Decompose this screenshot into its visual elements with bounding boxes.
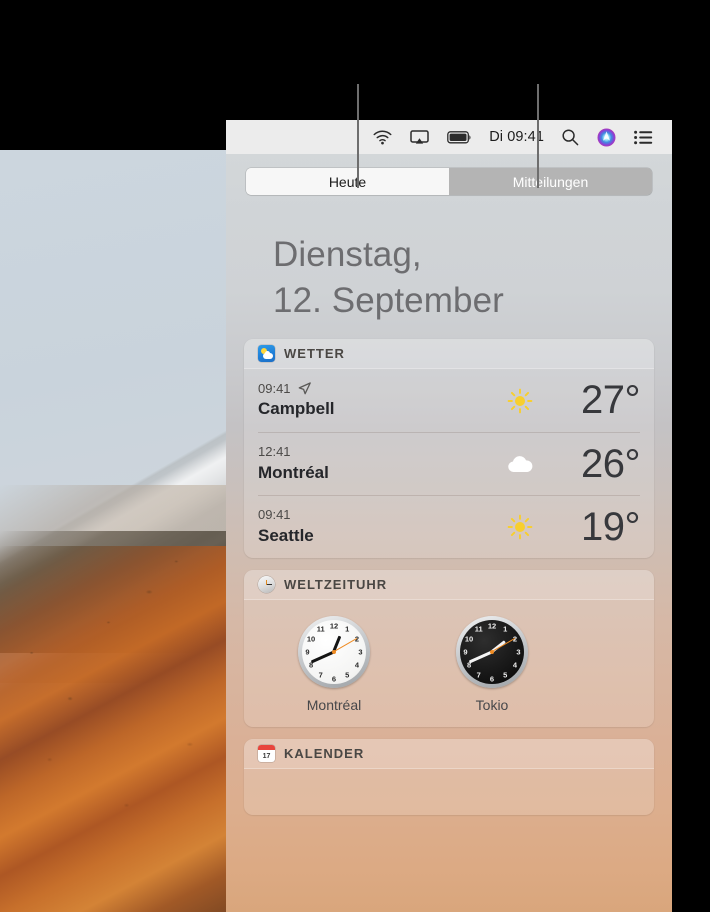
- clock-numeral: 11: [316, 624, 325, 634]
- weather-row-time-wrap: 09:41: [258, 381, 492, 397]
- date-header: Dienstag, 12. September: [226, 200, 672, 339]
- calendar-app-icon: 17: [258, 745, 275, 762]
- widget-world-clock-header: WELTZEITUHR: [244, 570, 654, 600]
- clock-tokio[interactable]: 1 2 3 4 5 6 7 8 9 10 11 12 Tokio: [424, 616, 560, 713]
- weather-time: 12:41: [258, 444, 291, 460]
- screenshot-root: Di 09:41 Heute Mitteilungen Dienstag, 12…: [0, 0, 710, 912]
- tab-mitteilungen[interactable]: Mitteilungen: [449, 168, 652, 195]
- widget-world-clock[interactable]: WELTZEITUHR 1 2 3 4 5 6 7 8 9 10 11 12 Montréal: [244, 570, 654, 727]
- weather-row-montreal[interactable]: 12:41 Montréal 26°: [258, 432, 641, 495]
- weather-temp: 19°: [581, 504, 641, 549]
- date-day-month: 12. September: [273, 280, 504, 320]
- weather-city: Campbell: [258, 399, 335, 419]
- weather-time: 09:41: [258, 380, 291, 396]
- clock-numeral: 5: [503, 670, 508, 680]
- widget-world-clock-title: WELTZEITUHR: [284, 577, 388, 592]
- clock-numeral: 2: [512, 634, 518, 643]
- notification-center-panel: Heute Mitteilungen Dienstag, 12. Septemb…: [226, 154, 672, 912]
- calendar-icon-day: 17: [262, 752, 271, 760]
- battery-icon[interactable]: [438, 120, 481, 154]
- weather-row-seattle[interactable]: 09:41 Seattle 19°: [258, 495, 641, 558]
- clock-montreal[interactable]: 1 2 3 4 5 6 7 8 9 10 11 12 Montréal: [266, 616, 402, 713]
- clock-face-montreal: 1 2 3 4 5 6 7 8 9 10 11 12: [298, 616, 370, 688]
- clock-label: Tokio: [475, 697, 509, 713]
- clock-dial-dark: 1 2 3 4 5 6 7 8 9 10 11 12: [460, 620, 524, 684]
- clock-numeral: 3: [358, 647, 363, 657]
- widget-calendar-header: 17 KALENDER: [244, 739, 654, 769]
- clock-numeral: 2: [354, 634, 360, 643]
- weather-time: 09:41: [258, 507, 291, 523]
- clock-numeral: 10: [464, 634, 474, 643]
- widget-calendar-body: [244, 769, 654, 815]
- clock-numeral: 4: [354, 660, 360, 670]
- weather-city: Seattle: [258, 525, 314, 545]
- spotlight-search-icon[interactable]: [552, 120, 588, 154]
- widget-calendar[interactable]: 17 KALENDER: [244, 739, 654, 815]
- clock-numeral: 6: [331, 673, 337, 683]
- clock-numeral: 4: [512, 660, 518, 670]
- callout-line-mitteilungen: [537, 84, 539, 188]
- clock-numeral: 6: [489, 673, 495, 683]
- clock-dial-light: 1 2 3 4 5 6 7 8 9 10 11 12: [302, 620, 366, 684]
- clock-numeral: 12: [329, 620, 339, 630]
- clock-numeral: 5: [345, 670, 350, 680]
- clock-numeral: 10: [306, 634, 316, 643]
- clock-numeral: 8: [466, 660, 472, 670]
- siri-icon[interactable]: [588, 120, 625, 154]
- widget-calendar-title: KALENDER: [284, 746, 365, 761]
- weather-temp: 27°: [581, 378, 641, 422]
- clock-numeral: 3: [516, 647, 521, 657]
- clock-numeral: 1: [503, 624, 508, 634]
- clock-numeral: 9: [305, 647, 310, 657]
- clock-numeral: 7: [318, 670, 323, 680]
- weather-city: Montréal: [258, 462, 329, 482]
- weather-row-campbell[interactable]: 09:41 Campbell 27°: [258, 369, 641, 432]
- wifi-icon[interactable]: [364, 120, 401, 154]
- sun-icon: [492, 388, 548, 414]
- date-weekday: Dienstag,: [273, 235, 422, 274]
- widget-weather[interactable]: WETTER 09:41 Campbell 27° 12:41 Montréal…: [244, 339, 654, 558]
- clock-numeral: 1: [345, 624, 350, 634]
- clock-face-tokio: 1 2 3 4 5 6 7 8 9 10 11 12: [456, 616, 528, 688]
- sun-icon: [492, 514, 548, 540]
- clock-numeral: 12: [487, 620, 497, 630]
- menu-bar-clock[interactable]: Di 09:41: [481, 120, 552, 154]
- wallpaper-texture: [0, 150, 226, 912]
- desktop-wallpaper: [0, 150, 226, 912]
- widget-weather-title: WETTER: [284, 346, 345, 361]
- clock-numeral: 9: [463, 647, 468, 657]
- menu-bar: Di 09:41: [226, 120, 672, 154]
- weather-app-icon: [258, 345, 275, 362]
- clock-numeral: 8: [308, 660, 314, 670]
- airplay-icon[interactable]: [401, 120, 438, 154]
- weather-temp: 26°: [581, 441, 641, 486]
- widget-weather-header: WETTER: [244, 339, 654, 369]
- clock-numeral: 11: [474, 624, 483, 634]
- widget-weather-body: 09:41 Campbell 27° 12:41 Montréal 26° 09…: [244, 369, 654, 558]
- clock-numeral: 7: [476, 670, 481, 680]
- clock-app-icon: [258, 576, 275, 593]
- current-location-icon: [298, 382, 311, 395]
- callout-line-heute: [357, 84, 359, 188]
- clock-label: Montréal: [306, 697, 362, 713]
- world-clock-list: 1 2 3 4 5 6 7 8 9 10 11 12 Montréal 1 2 3 4 5 6 7 8 9 10 11 12: [244, 600, 654, 727]
- cloud-icon: [492, 454, 548, 474]
- notification-center-icon[interactable]: [625, 120, 662, 154]
- tab-heute[interactable]: Heute: [246, 168, 449, 195]
- tab-bar: Heute Mitteilungen: [226, 154, 672, 200]
